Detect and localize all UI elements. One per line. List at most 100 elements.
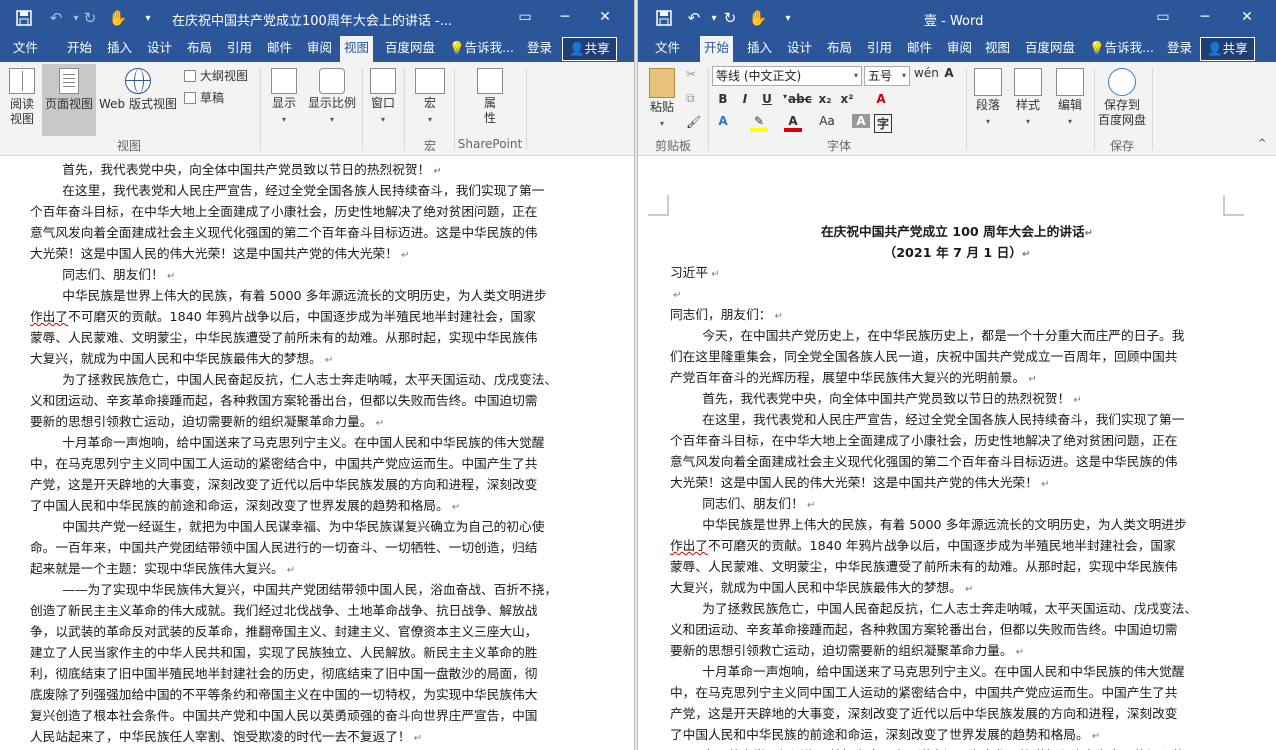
tab-home[interactable]: 开始 bbox=[700, 36, 734, 62]
tab-layout[interactable]: 布局 bbox=[186, 36, 213, 62]
font-size-select[interactable]: 五号 ▾ bbox=[864, 66, 910, 86]
chevron-down-icon: ▾ bbox=[985, 117, 990, 126]
chevron-down-icon: ▾ bbox=[659, 119, 664, 128]
close-button[interactable]: ✕ bbox=[1232, 4, 1262, 30]
character-border-icon[interactable]: 字 bbox=[874, 114, 892, 133]
document-body[interactable]: 首先，我代表党中央，向全体中国共产党员致以节日的热烈祝贺！ ↵ 在这里，我代表党… bbox=[0, 157, 634, 750]
document-line: 产党百年奋斗的光辉历程，展望中华民族伟大复兴的光明前景。 ↵ bbox=[670, 370, 1037, 385]
save-icon[interactable] bbox=[652, 6, 676, 30]
copy-icon[interactable]: ⧉ bbox=[686, 90, 695, 106]
tell-me-search[interactable]: 💡告诉我... bbox=[1088, 36, 1155, 62]
format-painter-icon[interactable]: 🖌 bbox=[686, 114, 701, 130]
document-title: 在庆祝中国共产党成立 100 周年大会上的讲话↵ bbox=[820, 224, 1094, 239]
underline-icon[interactable]: U bbox=[758, 92, 776, 106]
group-separator bbox=[362, 68, 363, 150]
ribbon-options-icon[interactable]: ▭ bbox=[1148, 4, 1178, 30]
tab-review[interactable]: 审阅 bbox=[946, 36, 973, 62]
login-link[interactable]: 登录 bbox=[1166, 36, 1193, 62]
document-line: 个百年奋斗目标，在中华大地上全面建成了小康社会，历史性地解决了绝对贫困问题，正在 bbox=[30, 204, 538, 219]
document-line: 蒙辱、人民蒙难、文明蒙尘，中华民族遭受了前所未有的劫难。从那时起，实现中华民族伟 bbox=[670, 559, 1178, 574]
tab-layout[interactable]: 布局 bbox=[826, 36, 853, 62]
ribbon-options-icon[interactable]: ▭ bbox=[510, 4, 540, 30]
subscript-icon[interactable]: x₂ bbox=[816, 92, 834, 106]
styles-button[interactable]: 样式 ▾ bbox=[1010, 68, 1046, 129]
superscript-icon[interactable]: x² bbox=[838, 92, 856, 106]
collapse-ribbon-icon[interactable]: ^ bbox=[1258, 136, 1266, 152]
tab-design[interactable]: 设计 bbox=[786, 36, 813, 62]
show-button[interactable]: 显示 ▾ bbox=[266, 68, 302, 127]
redo-icon[interactable]: ↻ bbox=[718, 6, 742, 30]
document-body[interactable]: 在庆祝中国共产党成立 100 周年大会上的讲话↵ （2021 年 7 月 1 日… bbox=[638, 157, 1276, 750]
tab-home[interactable]: 开始 bbox=[66, 36, 93, 62]
tab-file[interactable]: 文件 bbox=[654, 36, 681, 62]
tab-view[interactable]: 视图 bbox=[984, 36, 1011, 62]
document-line: 大光荣！这是中国人民的伟大光荣！这是中国共产党的伟大光荣！ ↵ bbox=[30, 246, 410, 261]
customize-toolbar-icon[interactable]: ▾ bbox=[136, 6, 160, 30]
share-button[interactable]: 👤共享 bbox=[1200, 37, 1255, 61]
tab-file[interactable]: 文件 bbox=[12, 36, 39, 62]
document-line: 产党，这是开天辟地的大事变，深刻改变了近代以后中华民族发展的方向和进程，深刻改变 bbox=[670, 706, 1178, 721]
touch-mode-icon[interactable]: ✋ bbox=[746, 6, 770, 30]
read-mode-button[interactable]: 阅读 视图 bbox=[4, 68, 40, 127]
touch-mode-icon[interactable]: ✋ bbox=[106, 6, 130, 30]
login-link[interactable]: 登录 bbox=[526, 36, 553, 62]
font-color-icon[interactable]: A bbox=[784, 114, 802, 132]
tab-design[interactable]: 设计 bbox=[146, 36, 173, 62]
tab-review[interactable]: 审阅 bbox=[306, 36, 333, 62]
bold-icon[interactable]: B bbox=[714, 92, 732, 106]
chevron-down-icon: ▾ bbox=[901, 71, 906, 80]
draft-icon bbox=[184, 92, 196, 104]
outline-button[interactable]: 大纲视图 bbox=[184, 68, 248, 84]
tell-me-search[interactable]: 💡告诉我... bbox=[448, 36, 515, 62]
phonetic-guide-icon[interactable]: wén bbox=[914, 66, 939, 80]
document-line: 要新的思想引领救亡运动，迫切需要新的组织凝聚革命力量。 ↵ bbox=[30, 414, 385, 429]
right-word-window: ↶ ▾ ↻ ✋ ▾ 壹 - Word ▭ ─ ✕ 文件 开始 插入 设计 布局 … bbox=[638, 0, 1276, 750]
macros-button[interactable]: 宏 ▾ bbox=[410, 68, 450, 127]
strikethrough-icon[interactable]: abc bbox=[788, 92, 812, 106]
tab-insert[interactable]: 插入 bbox=[106, 36, 133, 62]
share-button[interactable]: 👤共享 bbox=[562, 37, 617, 61]
tab-view[interactable]: 视图 bbox=[340, 36, 374, 62]
draft-button[interactable]: 草稿 bbox=[184, 90, 224, 106]
person-icon: 👤 bbox=[569, 41, 585, 56]
document-line: 首先，我代表党中央，向全体中国共产党员致以节日的热烈祝贺！ ↵ bbox=[30, 162, 442, 177]
chevron-down-icon: ▾ bbox=[853, 71, 858, 80]
tab-baidu-netdisk[interactable]: 百度网盘 bbox=[384, 36, 436, 62]
editing-button[interactable]: 编辑 ▾ bbox=[1052, 68, 1088, 129]
zoom-button[interactable]: 显示比例 ▾ bbox=[306, 68, 358, 127]
document-line: 同志们，朋友们： ↵ bbox=[670, 307, 784, 322]
character-shading-icon[interactable]: A bbox=[852, 114, 870, 128]
change-case-icon[interactable]: Aa bbox=[818, 114, 836, 128]
font-name-select[interactable]: 等线 (中文正文) ▾ bbox=[712, 66, 862, 86]
minimize-button[interactable]: ─ bbox=[550, 4, 580, 30]
highlight-color-icon[interactable]: ✎ bbox=[750, 114, 768, 132]
cut-icon[interactable]: ✂ bbox=[686, 66, 696, 82]
book-icon bbox=[9, 68, 35, 94]
clear-formatting-icon[interactable]: A bbox=[872, 92, 890, 106]
tab-baidu-netdisk[interactable]: 百度网盘 bbox=[1024, 36, 1076, 62]
document-line: 作出了不可磨灭的贡献。1840 年鸦片战争以后，中国逐步成为半殖民地半封建社会，… bbox=[670, 538, 1176, 553]
window-button[interactable]: 窗口 ▾ bbox=[366, 68, 400, 127]
close-button[interactable]: ✕ bbox=[590, 4, 620, 30]
paragraph-button[interactable]: 段落 ▾ bbox=[968, 68, 1008, 129]
print-layout-button[interactable]: 页面视图 bbox=[42, 64, 96, 136]
tab-insert[interactable]: 插入 bbox=[746, 36, 773, 62]
save-icon[interactable] bbox=[12, 6, 36, 30]
italic-icon[interactable]: I bbox=[736, 92, 754, 106]
minimize-button[interactable]: ─ bbox=[1190, 4, 1220, 30]
text-effects-icon[interactable]: A bbox=[714, 114, 732, 128]
redo-icon[interactable]: ↻ bbox=[78, 6, 102, 30]
web-layout-button[interactable]: Web 版式视图 bbox=[98, 68, 178, 112]
tab-references[interactable]: 引用 bbox=[866, 36, 893, 62]
properties-button[interactable]: 属 性 bbox=[470, 68, 510, 126]
customize-toolbar-icon[interactable]: ▾ bbox=[776, 6, 800, 30]
document-line: 中华民族是世界上伟大的民族，有着 5000 多年源远流长的文明历史，为人类文明进… bbox=[670, 517, 1187, 532]
document-line: 习近平 ↵ bbox=[670, 265, 720, 280]
paste-button[interactable]: 粘贴 ▾ bbox=[646, 68, 678, 131]
save-to-baidu-button[interactable]: 保存到 百度网盘 bbox=[1096, 68, 1148, 128]
tab-references[interactable]: 引用 bbox=[226, 36, 253, 62]
document-line: 中国共产党一经诞生，就把为中国人民谋幸福、为中华民族谋复兴确立为自己的初心使 bbox=[670, 745, 1184, 750]
tab-mailings[interactable]: 邮件 bbox=[906, 36, 933, 62]
enclose-character-icon[interactable]: A bbox=[940, 66, 958, 80]
tab-mailings[interactable]: 邮件 bbox=[266, 36, 293, 62]
